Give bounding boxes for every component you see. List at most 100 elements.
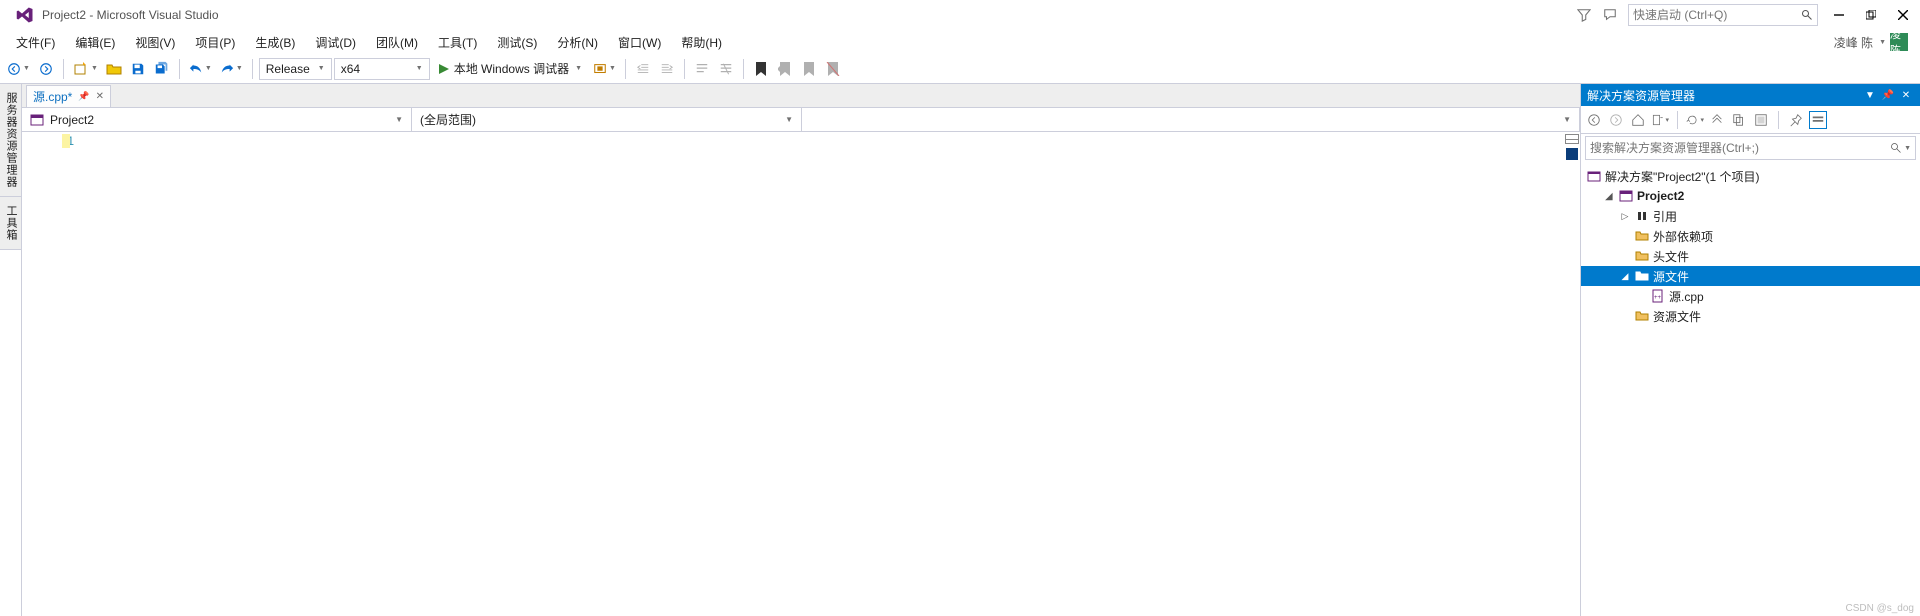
expander-open-icon[interactable]: ◢: [1619, 271, 1631, 282]
solution-search-input[interactable]: [1590, 141, 1890, 155]
solution-explorer-panel: 解决方案资源管理器 ▼ 📌 ✕ ▾ ▾ ▼: [1580, 84, 1920, 616]
show-all-files-button[interactable]: [1730, 111, 1748, 129]
menu-help[interactable]: 帮助(H): [671, 32, 732, 53]
expander-closed-icon[interactable]: ▷: [1619, 211, 1631, 222]
next-bookmark-button[interactable]: [798, 58, 820, 80]
menu-test[interactable]: 测试(S): [487, 32, 547, 53]
run-label: 本地 Windows 调试器: [454, 60, 569, 77]
split-editor-icon[interactable]: [1565, 134, 1579, 144]
document-tab-source-cpp[interactable]: 源.cpp* 📌 ✕: [26, 85, 111, 107]
tree-references-node[interactable]: ▷ 引用: [1581, 206, 1920, 226]
solution-tree: 解决方案"Project2"(1 个项目) ◢ Project2 ▷ 引用 外部…: [1581, 162, 1920, 616]
search-icon[interactable]: [1890, 142, 1902, 154]
restore-button[interactable]: [1860, 4, 1882, 26]
tree-source-file-node[interactable]: ++ 源.cpp: [1581, 286, 1920, 306]
debug-target-button[interactable]: ▼: [590, 58, 619, 80]
collapse-all-button[interactable]: [1708, 111, 1726, 129]
nav-scope-select[interactable]: (全局范围) ▼: [412, 108, 802, 131]
editor-area: 源.cpp* 📌 ✕ Project2 ▼ (全局范围) ▼ ▼ 1: [22, 84, 1580, 616]
nav-member-select[interactable]: ▼: [802, 108, 1580, 131]
tree-sources-node[interactable]: ◢ 源文件: [1581, 266, 1920, 286]
properties-button[interactable]: [1787, 111, 1805, 129]
code-text-area[interactable]: [82, 132, 1580, 616]
folder-icon: [1635, 229, 1649, 243]
nav-back-button[interactable]: ▼: [4, 58, 33, 80]
menu-edit[interactable]: 编辑(E): [65, 32, 125, 53]
menu-build[interactable]: 生成(B): [245, 32, 305, 53]
code-navigation-bar: Project2 ▼ (全局范围) ▼ ▼: [22, 108, 1580, 132]
panel-title: 解决方案资源管理器: [1587, 87, 1695, 104]
menu-file[interactable]: 文件(F): [6, 32, 65, 53]
project-icon: [1619, 189, 1633, 203]
nav-project-label: Project2: [50, 113, 94, 127]
tree-resources-node[interactable]: 资源文件: [1581, 306, 1920, 326]
nav-project-select[interactable]: Project2 ▼: [22, 108, 412, 131]
notifications-filter-icon[interactable]: [1576, 7, 1592, 23]
bookmark-button[interactable]: [750, 58, 772, 80]
nav-forward-button[interactable]: [35, 58, 57, 80]
outdent-button[interactable]: [632, 58, 654, 80]
menu-analyze[interactable]: 分析(N): [547, 32, 608, 53]
close-icon[interactable]: ✕: [96, 91, 104, 102]
preview-button[interactable]: [1752, 111, 1770, 129]
home-button[interactable]: [1629, 111, 1647, 129]
sync-with-document-button[interactable]: ▾: [1651, 111, 1669, 129]
start-debugging-button[interactable]: 本地 Windows 调试器 ▼: [432, 60, 588, 77]
tree-headers-node[interactable]: 头文件: [1581, 246, 1920, 266]
undo-button[interactable]: ▼: [186, 58, 215, 80]
search-icon[interactable]: [1801, 9, 1813, 21]
solution-search[interactable]: ▼: [1585, 136, 1916, 160]
menu-window[interactable]: 窗口(W): [608, 32, 671, 53]
tree-project-node[interactable]: ◢ Project2: [1581, 186, 1920, 206]
close-icon[interactable]: ✕: [1898, 87, 1914, 103]
feedback-icon[interactable]: [1602, 7, 1618, 23]
prev-bookmark-button[interactable]: [774, 58, 796, 80]
quick-launch[interactable]: [1628, 4, 1818, 26]
user-account[interactable]: 凌峰 陈 ▼ 凌陈: [1834, 33, 1914, 51]
chevron-down-icon[interactable]: ▼: [1904, 145, 1911, 152]
play-icon: [438, 63, 450, 75]
quick-launch-input[interactable]: [1633, 8, 1801, 22]
refresh-button[interactable]: ▾: [1686, 111, 1704, 129]
comment-button[interactable]: [691, 58, 713, 80]
tree-headers-label: 头文件: [1653, 248, 1689, 265]
menu-team[interactable]: 团队(M): [366, 32, 428, 53]
platform-label: x64: [341, 62, 360, 76]
tree-solution-node[interactable]: 解决方案"Project2"(1 个项目): [1581, 166, 1920, 186]
panel-header[interactable]: 解决方案资源管理器 ▼ 📌 ✕: [1581, 84, 1920, 106]
code-editor[interactable]: 1: [22, 132, 1580, 616]
document-tabstrip: 源.cpp* 📌 ✕: [22, 84, 1580, 108]
new-project-button[interactable]: ▼: [70, 58, 101, 80]
indent-button[interactable]: [656, 58, 678, 80]
clear-bookmarks-button[interactable]: [822, 58, 844, 80]
panel-dropdown-icon[interactable]: ▼: [1862, 87, 1878, 103]
solution-icon: [1587, 169, 1601, 183]
expander-open-icon[interactable]: ◢: [1603, 191, 1615, 202]
redo-button[interactable]: ▼: [217, 58, 246, 80]
back-button[interactable]: [1585, 111, 1603, 129]
config-select[interactable]: Release▼: [259, 58, 332, 80]
rail-tab-toolbox[interactable]: 工具箱: [0, 197, 21, 250]
close-button[interactable]: [1892, 4, 1914, 26]
menu-debug[interactable]: 调试(D): [305, 32, 366, 53]
minimize-button[interactable]: [1828, 4, 1850, 26]
platform-select[interactable]: x64▼: [334, 58, 430, 80]
forward-button[interactable]: [1607, 111, 1625, 129]
folder-open-icon: [1635, 269, 1649, 283]
menu-tools[interactable]: 工具(T): [428, 32, 487, 53]
scroll-map-marker[interactable]: [1566, 148, 1578, 160]
cpp-file-icon: ++: [1651, 289, 1665, 303]
pin-icon[interactable]: 📌: [78, 91, 89, 102]
watermark-text: CSDN @s_dog: [1845, 603, 1914, 614]
menu-project[interactable]: 项目(P): [185, 32, 245, 53]
save-button[interactable]: [127, 58, 149, 80]
menu-view[interactable]: 视图(V): [125, 32, 185, 53]
open-file-button[interactable]: [103, 58, 125, 80]
tree-external-deps-node[interactable]: 外部依赖项: [1581, 226, 1920, 246]
tree-references-label: 引用: [1653, 208, 1677, 225]
view-mode-button[interactable]: [1809, 111, 1827, 129]
uncomment-button[interactable]: [715, 58, 737, 80]
save-all-button[interactable]: [151, 58, 173, 80]
rail-tab-server-explorer[interactable]: 服务器资源管理器: [0, 84, 21, 197]
pin-icon[interactable]: 📌: [1880, 87, 1896, 103]
